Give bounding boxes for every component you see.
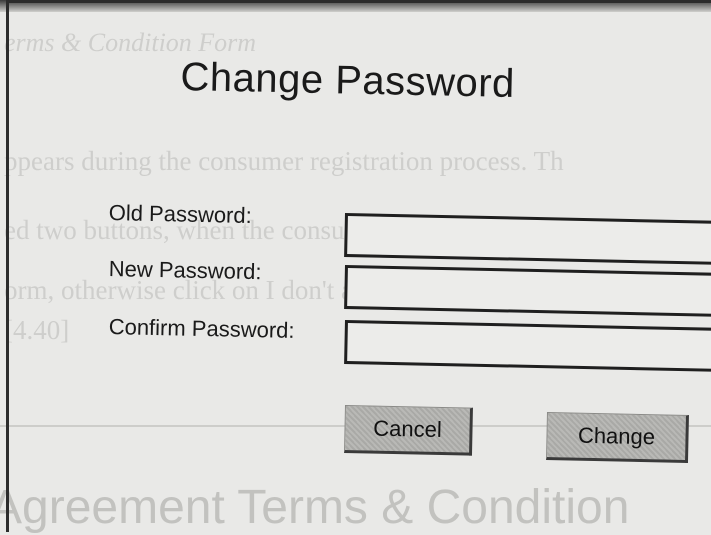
old-password-field[interactable] [344,213,711,265]
change-password-dialog: Change Password Old Password: New Passwo… [6,0,711,532]
confirm-password-field[interactable] [344,320,711,372]
confirm-password-label: Confirm Password: [108,314,295,343]
new-password-label: New Password: [108,256,262,285]
new-password-field[interactable] [344,265,711,317]
old-password-label: Old Password: [108,200,253,228]
cancel-button[interactable]: Cancel [343,405,473,456]
change-button[interactable]: Change [545,412,689,463]
dialog-title: Change Password [180,55,516,106]
